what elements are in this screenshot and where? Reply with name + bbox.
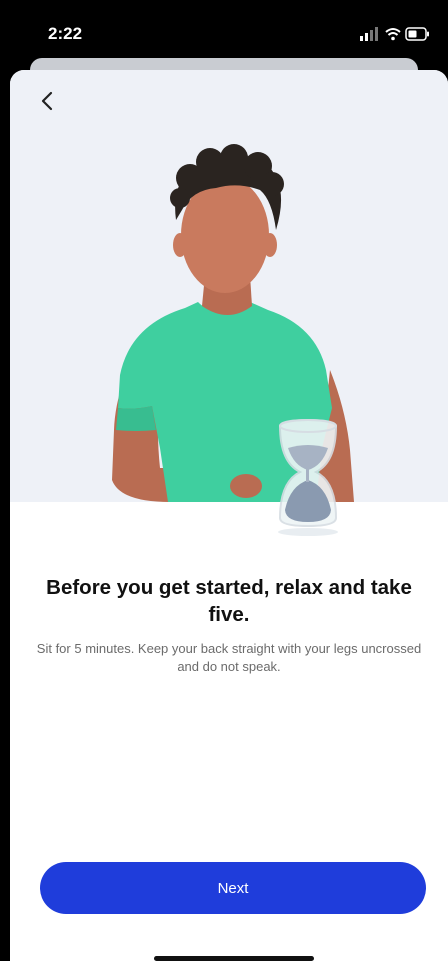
status-bar: 2:22 <box>0 0 448 62</box>
page-subtitle: Sit for 5 minutes. Keep your back straig… <box>36 641 422 674</box>
home-indicator <box>154 956 314 961</box>
status-time: 2:22 <box>48 24 83 43</box>
battery-icon <box>405 27 429 41</box>
wifi-icon <box>385 28 401 41</box>
page-title: Before you get started, relax and take f… <box>46 576 412 626</box>
status-icons <box>360 27 429 41</box>
instruction-text: Before you get started, relax and take f… <box>10 574 448 676</box>
back-chevron-icon[interactable] <box>32 86 62 116</box>
next-button[interactable]: Next <box>40 862 426 914</box>
signal-icon <box>360 27 378 41</box>
relaxing-person-illustration <box>10 144 448 540</box>
phone-screen: 2:22 Before you get started, relax and t… <box>0 0 448 961</box>
instruction-card: Before you get started, relax and take f… <box>10 70 448 961</box>
